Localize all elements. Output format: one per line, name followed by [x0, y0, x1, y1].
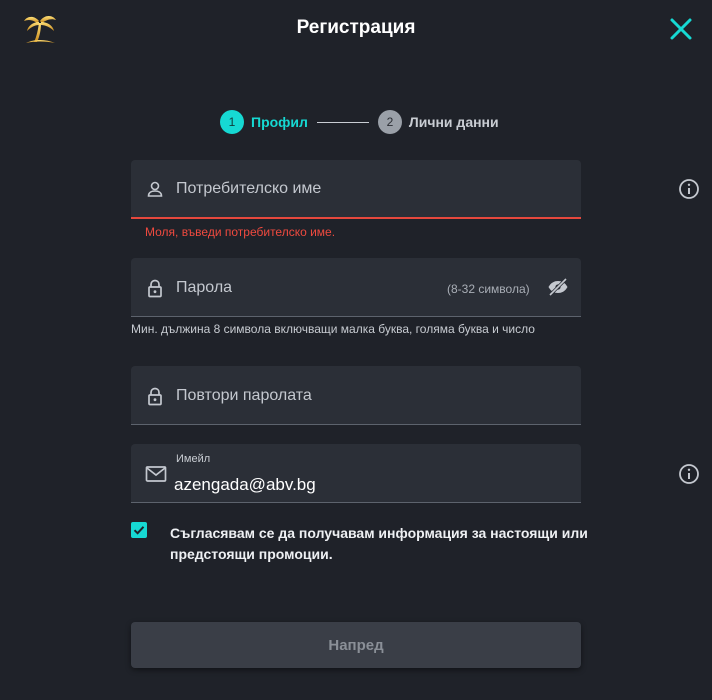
info-icon[interactable]	[678, 178, 700, 200]
password-placeholder: Парола	[176, 279, 233, 296]
info-icon[interactable]	[678, 463, 700, 485]
palm-tree-logo-icon	[24, 16, 56, 43]
lock-icon	[148, 387, 162, 406]
step-divider	[316, 121, 369, 123]
step-1-number: 1	[220, 110, 244, 134]
repeat-password-placeholder: Повтори паролата	[176, 387, 312, 404]
lock-icon	[148, 279, 162, 298]
email-value[interactable]: azengada@abv.bg	[174, 475, 316, 495]
close-icon[interactable]	[667, 15, 695, 43]
stepper: 1 Профил 2 Лични данни	[220, 110, 499, 134]
username-field[interactable]: Потребителско име	[131, 160, 699, 219]
user-icon	[147, 181, 163, 197]
mail-icon	[145, 466, 167, 482]
password-field[interactable]: Парола (8-32 символа)	[131, 258, 581, 317]
password-length-hint: (8-32 символа)	[447, 282, 530, 296]
consent-text: Съгласявам се да получавам информация за…	[170, 525, 588, 562]
step-2-number: 2	[377, 110, 402, 134]
checkmark-icon	[133, 526, 145, 535]
username-error: Моля, въведи потребителско име.	[145, 225, 336, 239]
header: Регистрация	[0, 0, 712, 60]
email-field[interactable]: Имейл azengada@abv.bg	[131, 444, 699, 503]
username-placeholder: Потребителско име	[176, 180, 322, 197]
repeat-password-field[interactable]: Повтори паролата	[131, 366, 581, 425]
eye-off-icon[interactable]	[547, 276, 569, 298]
step-1-label: Профил	[251, 114, 308, 130]
consent-checkbox[interactable]	[131, 522, 147, 538]
next-button[interactable]: Напред	[131, 622, 581, 668]
page-title: Регистрация	[296, 17, 416, 38]
password-hint: Мин. дължина 8 символа включващи малка б…	[131, 322, 535, 336]
email-label: Имейл	[176, 453, 211, 465]
step-2-label: Лични данни	[408, 114, 499, 130]
